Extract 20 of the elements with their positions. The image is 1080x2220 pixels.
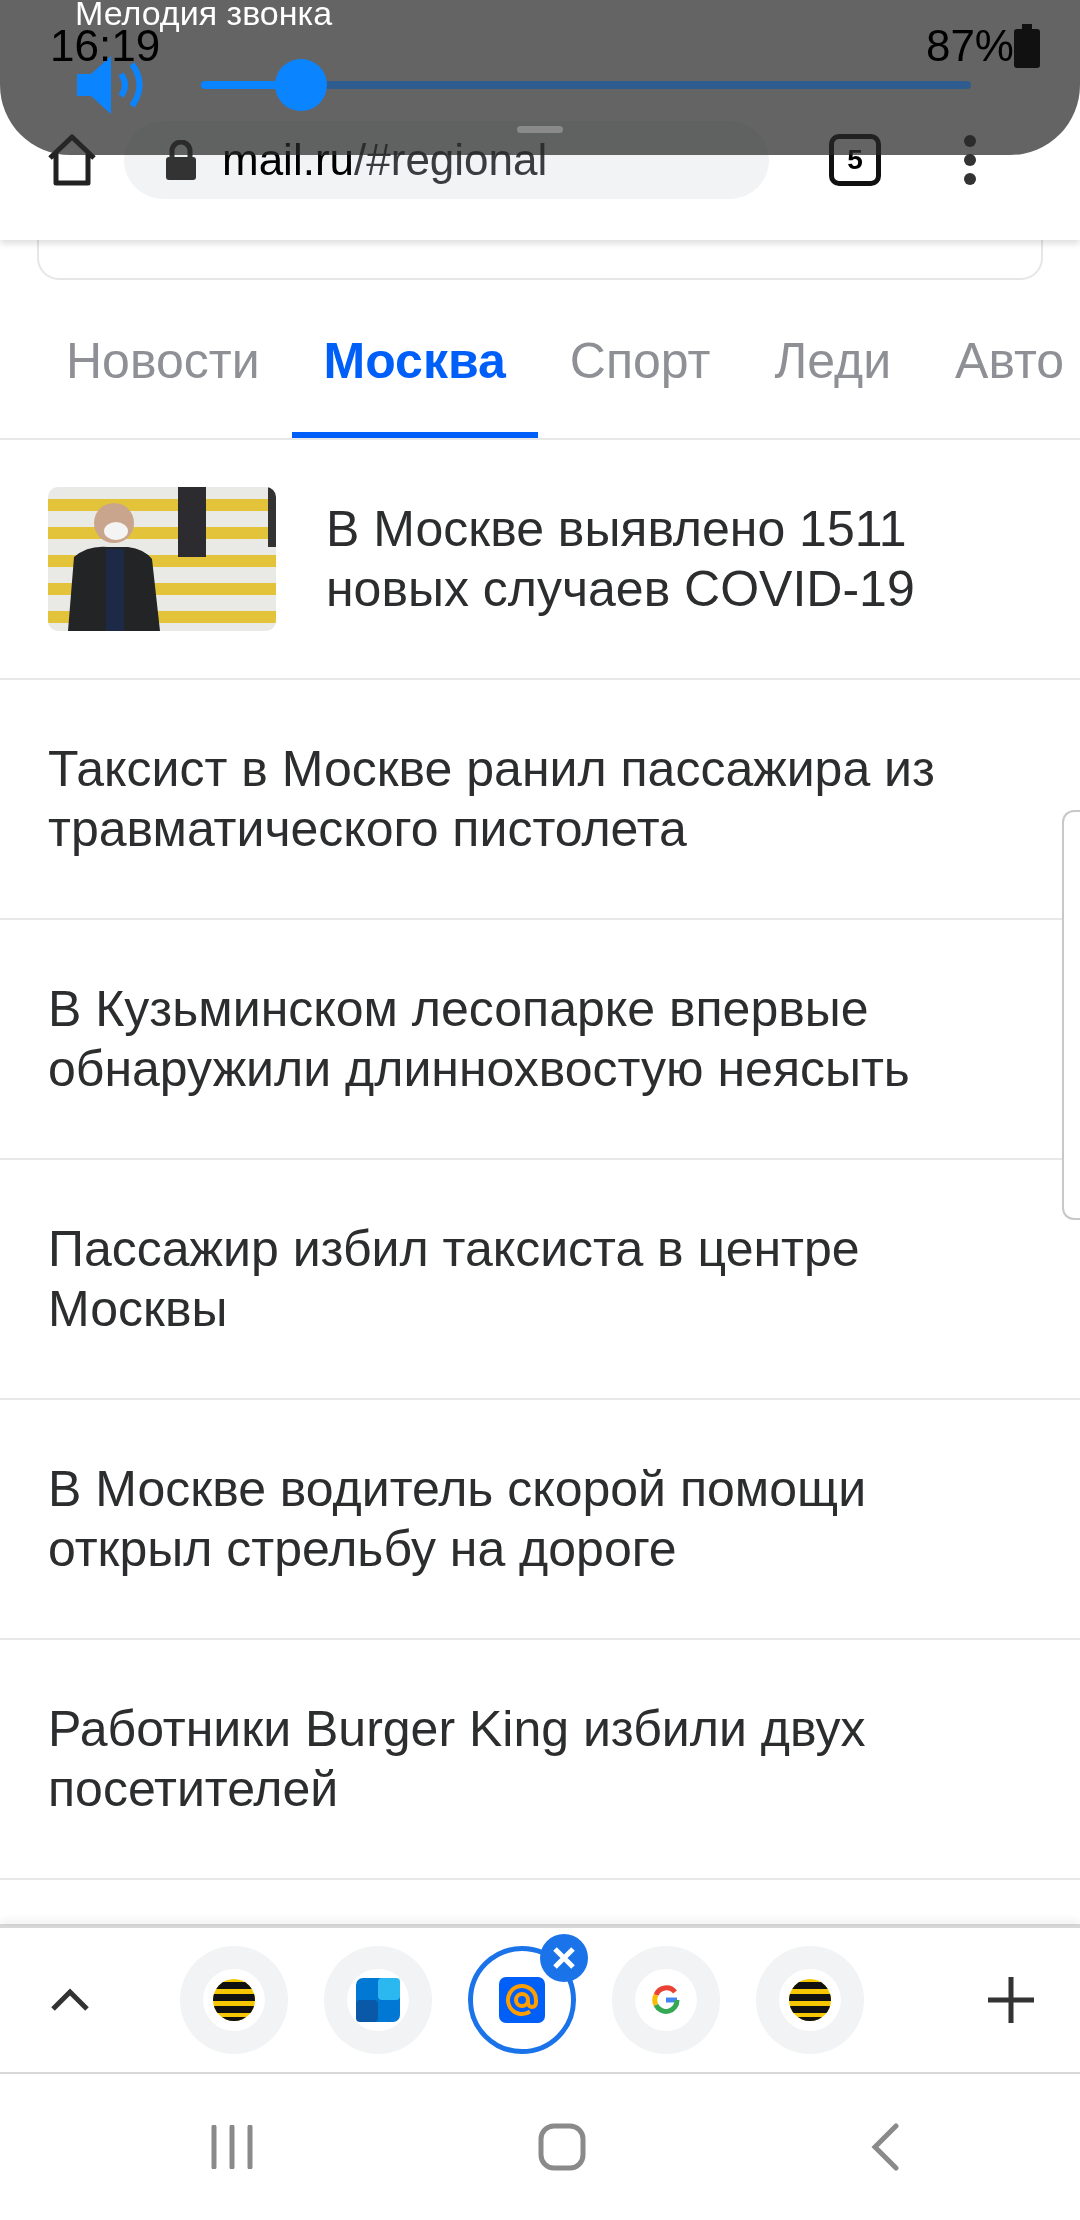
home-button-icon[interactable] <box>538 2123 586 2171</box>
news-headline[interactable]: В Кузьминском лесопарке впервые обнаружили длиннохвостую неясыть <box>48 979 958 1099</box>
news-headline[interactable]: В Москве выявлено 1511 новых случаев COVID-19 <box>326 499 1006 619</box>
drag-handle[interactable] <box>517 126 563 133</box>
g-logo-icon <box>651 1985 681 2015</box>
back-icon[interactable] <box>870 2123 900 2171</box>
news-headline[interactable]: В Москве водитель скорой помощи открыл стрельбу на дороге <box>48 1459 958 1579</box>
close-icon[interactable] <box>540 1934 588 1982</box>
recent-apps-icon[interactable] <box>210 2125 254 2169</box>
battery-icon <box>1014 24 1040 68</box>
tiles-icon <box>356 1978 400 2022</box>
volume-dialog-title: Мелодия звонка <box>75 0 334 30</box>
battery-percent: 87% <box>925 20 1014 72</box>
chevron-up-icon[interactable] <box>50 1988 90 2012</box>
plus-icon[interactable] <box>988 1977 1034 2023</box>
news-headline[interactable]: Пассажир избил таксиста в центре Москвы <box>48 1219 958 1339</box>
category-tab[interactable]: Москва <box>291 290 538 438</box>
at-sign-icon <box>499 1977 545 2023</box>
news-headline[interactable]: Работники Burger King избили двух посетителей <box>48 1699 958 1819</box>
news-headline[interactable]: Таксист в Москве ранил пассажира из травматического пистолета <box>48 739 958 859</box>
